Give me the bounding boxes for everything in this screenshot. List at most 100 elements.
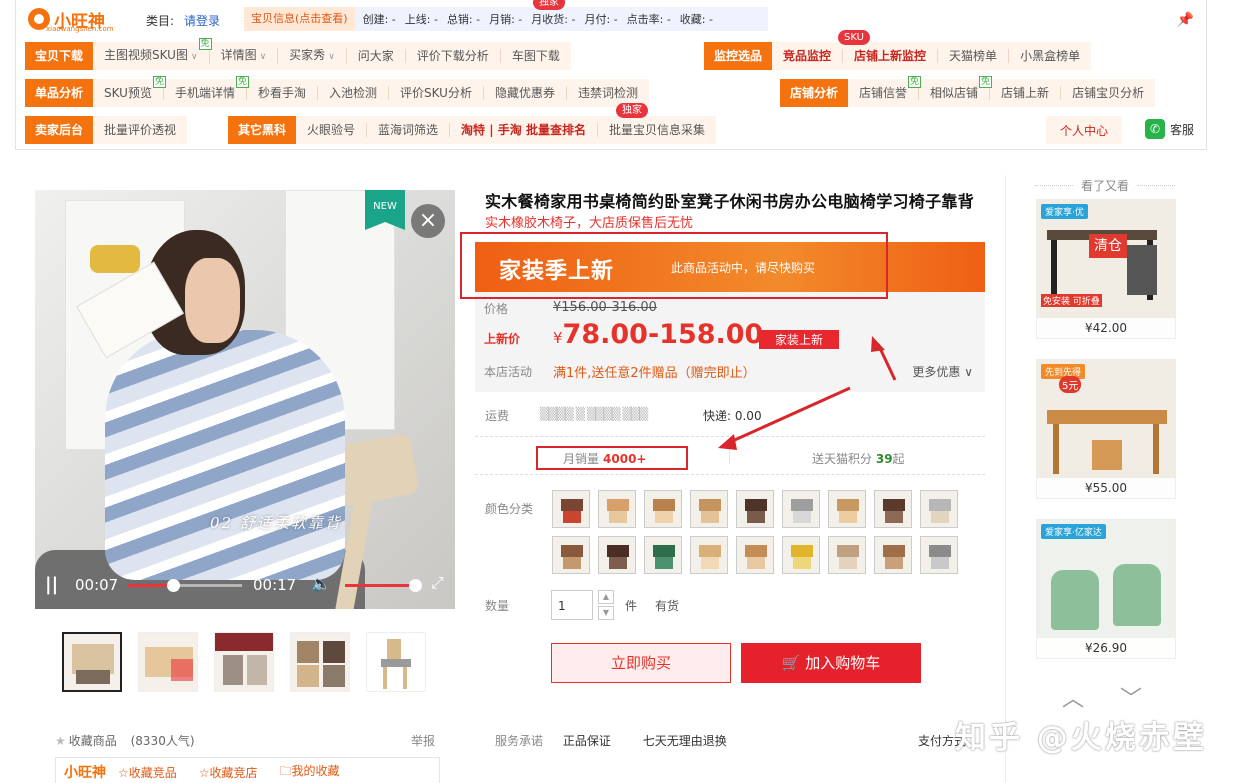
- color-swatch[interactable]: [874, 490, 912, 528]
- color-swatch[interactable]: [598, 536, 636, 574]
- menu-buyer-show[interactable]: 买家秀 ∨: [278, 48, 347, 64]
- menu-store-credit[interactable]: 店铺信誉免: [848, 76, 922, 100]
- thumbnail-5[interactable]: [366, 632, 426, 692]
- color-swatch[interactable]: [644, 536, 682, 574]
- favorite-competitor-store[interactable]: ☆收藏竞店: [199, 764, 258, 781]
- menu-store-new[interactable]: 店铺上新: [990, 86, 1062, 100]
- volume-icon[interactable]: 🔈: [311, 574, 331, 593]
- thumbnail-4[interactable]: [290, 632, 350, 692]
- plugin-toolbar: 小旺神 xiaowangshen.com 类目: 请登录 宝贝信息(点击查看) 创…: [15, 0, 1207, 150]
- color-swatch[interactable]: [920, 490, 958, 528]
- customer-service[interactable]: ✆ 客服: [1144, 119, 1194, 139]
- personal-center-button[interactable]: 个人中心: [1046, 116, 1123, 144]
- group-title-other-tools[interactable]: 其它黑科: [228, 116, 297, 144]
- star-icon[interactable]: ★: [55, 734, 66, 748]
- cart-icon: 🛒: [781, 654, 806, 672]
- duration: 00:17: [253, 576, 297, 594]
- menu-quick-view[interactable]: 秒看手淘: [247, 86, 318, 100]
- info-monthly-paid: 月付: -: [584, 13, 618, 26]
- favorite-label[interactable]: 收藏商品: [69, 734, 117, 748]
- close-video-icon[interactable]: ×: [411, 204, 445, 238]
- menu-store-new-monitor[interactable]: 店铺上新监控: [843, 49, 939, 63]
- menu-batch-review[interactable]: 批量评价透视: [93, 123, 187, 137]
- menu-tmall-ranking[interactable]: 天猫榜单: [938, 49, 1010, 63]
- also-viewed-item-1[interactable]: 爱家享·优 清仓 免安装 可折叠 ¥42.00: [1036, 199, 1176, 339]
- service-return[interactable]: 七天无理由退换: [643, 734, 727, 748]
- favorite-competitor-item[interactable]: ☆收藏竞品: [118, 764, 177, 781]
- fullscreen-icon[interactable]: ⤢: [431, 573, 444, 593]
- menu-batch-rank[interactable]: 淘特 | 手淘 批量查排名: [450, 123, 598, 137]
- menu-batch-collect[interactable]: 批量宝贝信息采集: [598, 123, 716, 137]
- progress-knob[interactable]: [167, 579, 180, 592]
- menu-car-image-download[interactable]: 车图下载: [501, 49, 571, 63]
- color-swatch[interactable]: [874, 536, 912, 574]
- progress-track[interactable]: [127, 579, 242, 592]
- color-swatch[interactable]: [690, 536, 728, 574]
- menu-sku-preview[interactable]: SKU预览免: [93, 76, 166, 100]
- pin-icon[interactable]: 📌: [1177, 12, 1194, 28]
- menu-ask-all[interactable]: 问大家: [347, 49, 406, 63]
- chevron-up-icon[interactable]: ︿: [1062, 687, 1084, 712]
- color-swatch[interactable]: [828, 490, 866, 528]
- color-swatch[interactable]: [552, 490, 590, 528]
- menu-review-download[interactable]: 评价下载分析: [406, 49, 501, 63]
- menu-banned-words[interactable]: 违禁词检测: [567, 86, 649, 100]
- info-total-sales: 总销: -: [446, 13, 481, 26]
- price-label: 价格: [484, 302, 509, 316]
- color-swatch[interactable]: [920, 536, 958, 574]
- menu-review-sku[interactable]: 评价SKU分析: [389, 86, 484, 100]
- service-label: 服务承诺: [495, 734, 544, 748]
- video-controls: || 00:07 00:17 🔈 ⤢: [35, 568, 455, 602]
- menu-similar-stores[interactable]: 相似店铺免: [919, 76, 993, 100]
- color-swatch[interactable]: [598, 490, 636, 528]
- chevron-down-icon[interactable]: ﹀: [1120, 687, 1142, 712]
- color-swatch[interactable]: [828, 536, 866, 574]
- login-link[interactable]: 请登录: [184, 14, 220, 28]
- color-swatch[interactable]: [690, 490, 728, 528]
- menu-detail-image[interactable]: 详情图 ∨: [210, 48, 279, 64]
- pause-icon[interactable]: ||: [45, 574, 58, 595]
- menu-store-item-analysis[interactable]: 店铺宝贝分析: [1061, 86, 1155, 100]
- service-genuine[interactable]: 正品保证: [563, 734, 611, 748]
- volume-track[interactable]: [345, 579, 422, 592]
- thumbnail-3[interactable]: [214, 632, 274, 692]
- menu-main-video-sku[interactable]: 主图视频SKU图 ∨ 免: [93, 38, 212, 64]
- add-to-cart-button[interactable]: 🛒 加入购物车: [741, 643, 921, 683]
- menu-pool-check[interactable]: 入池检测: [318, 86, 390, 100]
- menu-competitor-monitor[interactable]: 竞品监控: [772, 49, 844, 63]
- plugin-top-row: 小旺神 xiaowangshen.com 类目: 请登录 宝贝信息(点击查看) 创…: [16, 0, 1206, 33]
- my-favorites[interactable]: 🗀我的收藏: [280, 762, 340, 783]
- quantity-decrease-icon[interactable]: ▼: [598, 606, 614, 620]
- thumbnail-2[interactable]: [138, 632, 198, 692]
- color-swatch[interactable]: [736, 536, 774, 574]
- color-swatch[interactable]: [552, 536, 590, 574]
- group-title-single-analysis[interactable]: 单品分析: [25, 79, 94, 107]
- product-video[interactable]: NEW × 02 舒适柔软靠背 || 00:07 00:17 🔈 ⤢: [35, 190, 455, 609]
- group-title-monitor[interactable]: 监控选品: [704, 42, 773, 70]
- quantity-increase-icon[interactable]: ▲: [598, 590, 614, 604]
- volume-knob[interactable]: [409, 579, 422, 592]
- item-info-link[interactable]: 宝贝信息(点击查看): [244, 7, 355, 31]
- also-viewed-item-2[interactable]: 先到先得 5元 ¥55.00: [1036, 359, 1176, 499]
- report-link[interactable]: 举报: [411, 732, 435, 749]
- menu-blackbox-ranking[interactable]: 小黑盒榜单: [1009, 49, 1091, 63]
- also-viewed-item-3[interactable]: 爱家享·亿家达 ¥26.90: [1036, 519, 1176, 659]
- group-title-store-analysis[interactable]: 店铺分析: [780, 79, 849, 107]
- chevron-down-icon: ∨: [190, 52, 198, 62]
- menu-blue-ocean-words[interactable]: 蓝海词筛选: [367, 123, 451, 137]
- color-swatch[interactable]: [644, 490, 682, 528]
- more-coupons[interactable]: 更多优惠 ∨: [912, 363, 973, 380]
- menu-hidden-coupon[interactable]: 隐藏优惠券: [484, 86, 567, 100]
- buy-now-button[interactable]: 立即购买: [551, 643, 731, 683]
- thumbnail-1[interactable]: [62, 632, 122, 692]
- group-title-seller-backend[interactable]: 卖家后台: [25, 116, 94, 144]
- color-swatch[interactable]: [782, 536, 820, 574]
- also-viewed-title: 看了又看: [1035, 177, 1175, 194]
- color-swatch[interactable]: [736, 490, 774, 528]
- quantity-input[interactable]: 1: [551, 590, 593, 620]
- menu-mobile-detail[interactable]: 手机端详情免: [164, 76, 249, 100]
- item-tag: 爱家享·亿家达: [1041, 524, 1106, 539]
- color-swatch[interactable]: [782, 490, 820, 528]
- menu-account-check[interactable]: 火眼验号: [296, 123, 368, 137]
- group-title-download[interactable]: 宝贝下载: [25, 42, 94, 70]
